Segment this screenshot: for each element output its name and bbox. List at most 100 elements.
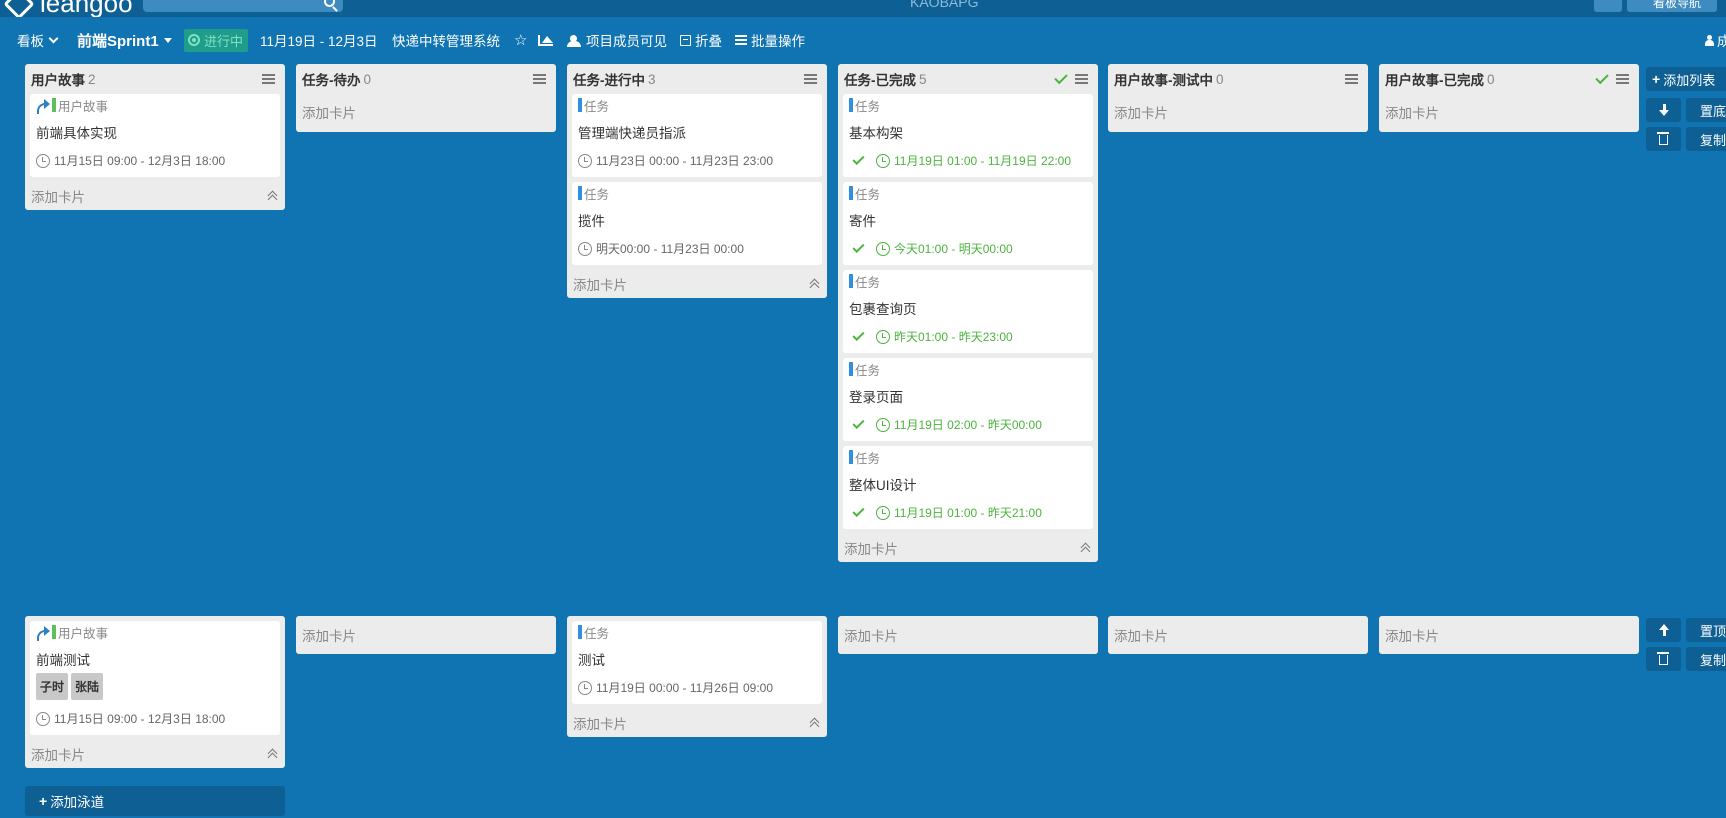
visibility-button[interactable]: 项目成员可见 [566, 30, 667, 50]
task-card[interactable]: 任务 测试 11月19日 00:00 - 11月26日 09:00 [572, 621, 822, 704]
add-list-button[interactable]: + 添加列表 [1646, 67, 1726, 91]
copy-lane-button[interactable]: 复制 [1686, 127, 1726, 151]
to-bottom-button[interactable]: 置底 [1686, 98, 1726, 122]
story-card[interactable]: 用户故事 前端测试 子时 张陆 11月15日 09:00 - 12月3日 18:… [30, 621, 280, 735]
add-card-button[interactable]: 添加卡片 [296, 94, 556, 132]
add-card-button[interactable]: 添加卡片 [1379, 94, 1639, 132]
collapse-icon[interactable] [267, 748, 279, 760]
list-count: 0 [1487, 71, 1495, 87]
task-card[interactable]: 任务 寄件 今天01:00 - 明天00:00 [843, 182, 1093, 265]
add-card-label: 添加卡片 [31, 748, 85, 763]
status-label: 进行中 [204, 33, 244, 49]
add-card-button[interactable]: 添加卡片 [1108, 94, 1368, 132]
sprint-date-range[interactable]: 11月19日 - 12月3日 [260, 30, 378, 50]
list-menu-icon[interactable] [533, 74, 546, 84]
collapse-icon[interactable] [1080, 542, 1092, 554]
members-button[interactable]: 成 [1705, 30, 1726, 50]
card-type-label: 任务 [855, 99, 881, 114]
type-color-bar [849, 450, 853, 464]
logo-text: leangoo [40, 0, 133, 17]
add-card-label: 添加卡片 [573, 717, 627, 732]
add-card-button[interactable]: 添加卡片 [25, 182, 285, 210]
list-story-testing: 用户故事-测试中 0 添加卡片 [1108, 64, 1368, 132]
add-card-button[interactable]: 添加卡片 [838, 616, 1098, 654]
type-color-bar [52, 625, 56, 639]
status-badge[interactable]: 进行中 [184, 28, 249, 52]
card-type: 任务 [849, 272, 1087, 290]
list-menu-icon[interactable] [262, 74, 275, 84]
board-title: KAOBAPG [910, 0, 979, 10]
search-icon[interactable] [324, 0, 335, 7]
members-label: 成 [1717, 34, 1726, 49]
task-card[interactable]: 任务 包裹查询页 昨天01:00 - 昨天23:00 [843, 270, 1093, 353]
view-switch[interactable]: 看板 [17, 30, 59, 50]
task-card[interactable]: 任务 登录页面 11月19日 02:00 - 昨天00:00 [843, 358, 1093, 441]
list-story-done: 添加卡片 [1379, 616, 1639, 654]
card-type: 任务 [849, 448, 1087, 466]
card-time-text: 11月23日 00:00 - 11月23日 23:00 [596, 154, 774, 168]
add-card-button[interactable]: 添加卡片 [567, 270, 827, 298]
add-card-button[interactable]: 添加卡片 [1108, 616, 1368, 654]
list-header[interactable]: 用户故事-测试中 0 [1108, 64, 1368, 94]
done-check-icon [1054, 70, 1068, 84]
add-card-button[interactable]: 添加卡片 [1379, 616, 1639, 654]
search-input[interactable] [143, 0, 343, 12]
type-color-bar [849, 362, 853, 376]
star-icon[interactable]: ☆ [514, 31, 527, 49]
list-header[interactable]: 用户故事 2 [25, 64, 285, 94]
member-tag[interactable]: 子时 [36, 673, 69, 700]
list-header[interactable]: 任务-已完成 5 [838, 64, 1098, 94]
move-down-button[interactable] [1646, 98, 1681, 122]
collapse-icon[interactable] [809, 278, 821, 290]
clock-icon [578, 680, 592, 695]
card-title: 测试 [578, 653, 605, 668]
task-card[interactable]: 任务 揽件 明天00:00 - 11月23日 00:00 [572, 182, 822, 265]
logo[interactable]: leangoo [3, 0, 133, 17]
add-card-button[interactable]: 添加卡片 [25, 740, 285, 768]
list-header[interactable]: 任务-进行中 3 [567, 64, 827, 94]
caret-down-icon [163, 37, 172, 43]
list-menu-icon[interactable] [1075, 74, 1088, 84]
list-header[interactable]: 用户故事-已完成 0 [1379, 64, 1639, 94]
burndown-chart-button[interactable] [538, 34, 553, 46]
card-type: 用户故事 [36, 623, 274, 641]
member-tag[interactable]: 张陆 [71, 673, 104, 700]
list-menu-icon[interactable] [804, 74, 817, 84]
card-title: 包裹查询页 [849, 302, 917, 317]
card-title: 揽件 [578, 214, 605, 229]
task-card[interactable]: 任务 整体UI设计 11月19日 01:00 - 昨天21:00 [843, 446, 1093, 529]
story-card[interactable]: 用户故事 前端具体实现 11月15日 09:00 - 12月3日 18:00 [30, 94, 280, 177]
collapse-icon[interactable] [809, 717, 821, 729]
type-color-bar [849, 274, 853, 288]
move-up-button[interactable] [1646, 618, 1681, 642]
add-card-button[interactable]: 添加卡片 [838, 534, 1098, 562]
done-check-icon [1595, 70, 1609, 84]
user-icon [1705, 34, 1714, 46]
add-card-button[interactable]: 添加卡片 [296, 616, 556, 654]
project-link[interactable]: 快递中转管理系统 [392, 30, 500, 50]
list-header[interactable]: 任务-待办 0 [296, 64, 556, 94]
story-share-icon [36, 99, 51, 114]
batch-operation-button[interactable]: 批量操作 [735, 30, 805, 50]
card-type-label: 任务 [855, 363, 881, 378]
fold-label: 折叠 [695, 34, 722, 49]
list-menu-icon[interactable] [1345, 74, 1358, 84]
copy-lane-button[interactable]: 复制 [1686, 647, 1726, 671]
list-title: 任务-待办 [302, 73, 361, 88]
add-lane-button[interactable]: + 添加泳道 [25, 786, 285, 816]
task-card[interactable]: 任务 基本构架 11月19日 01:00 - 11月19日 22:00 [843, 94, 1093, 177]
view-label: 看板 [17, 34, 44, 49]
delete-lane-button[interactable] [1646, 647, 1681, 671]
to-top-button[interactable]: 置顶 [1686, 618, 1726, 642]
sprint-selector[interactable]: 前端Sprint1 [77, 30, 172, 51]
nav-add-button[interactable] [1594, 0, 1622, 12]
task-card[interactable]: 任务 管理端快递员指派 11月23日 00:00 - 11月23日 23:00 [572, 94, 822, 177]
collapse-icon[interactable] [267, 190, 279, 202]
add-card-label: 添加卡片 [1385, 629, 1439, 644]
fold-button[interactable]: 折叠 [680, 30, 722, 50]
board-nav-button[interactable]: 看板导航 [1627, 0, 1717, 12]
list-menu-icon[interactable] [1616, 74, 1629, 84]
add-card-button[interactable]: 添加卡片 [567, 709, 827, 737]
delete-lane-button[interactable] [1646, 127, 1681, 151]
type-color-bar [849, 186, 853, 200]
